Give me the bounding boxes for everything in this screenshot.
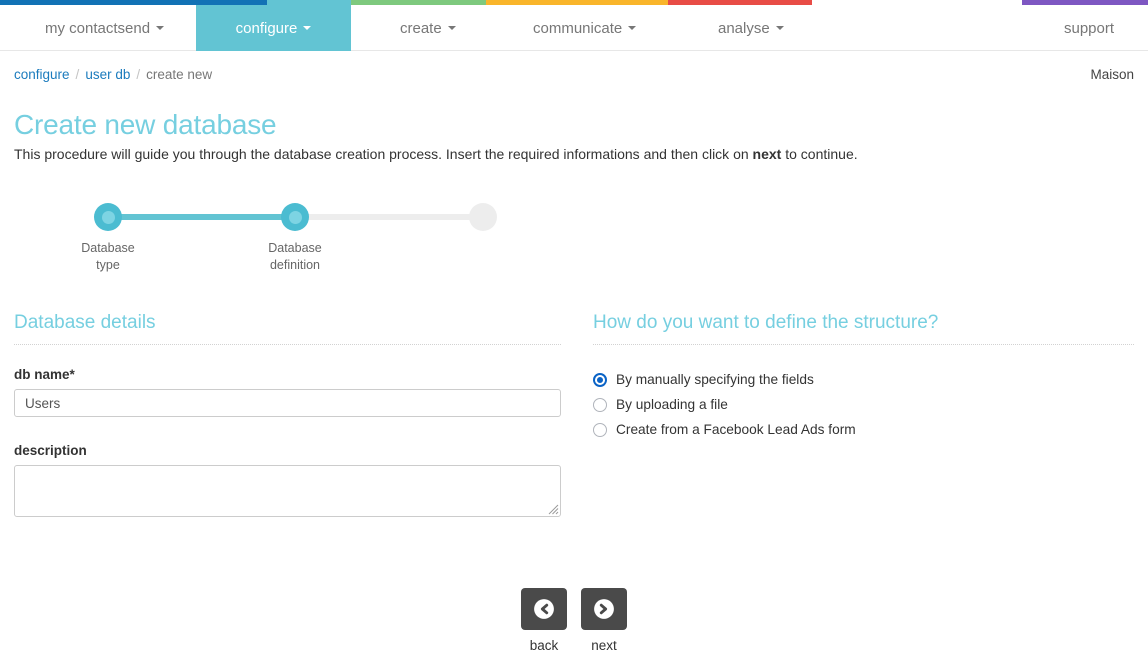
- structure-option-3[interactable]: Create from a Facebook Lead Ads form: [593, 417, 1134, 442]
- database-details-title: Database details: [14, 312, 156, 333]
- account-name: Maison: [1090, 67, 1134, 82]
- structure-option-label: By manually specifying the fields: [616, 372, 814, 387]
- structure-option-2[interactable]: By uploading a file: [593, 392, 1134, 417]
- stepper-track-segment: [295, 214, 483, 220]
- nav-item-label: create: [400, 19, 442, 37]
- nav-item-configure[interactable]: configure: [196, 5, 351, 51]
- nav-item-label: support: [1064, 19, 1115, 37]
- stepper-label-line1: Database: [268, 241, 322, 255]
- stepper-step-inner-dot: [477, 211, 490, 224]
- description-textarea[interactable]: [14, 465, 561, 517]
- main-navigation-bar: my contactsend configure create communicate…: [0, 5, 1148, 51]
- stepper-label-line1: Database: [81, 241, 135, 255]
- wizard-stepper: Database type Database definition: [0, 195, 600, 285]
- chevron-down-icon: [303, 26, 312, 30]
- breadcrumb-row: configure / user db / create new Maison: [0, 63, 1148, 89]
- breadcrumb-separator: /: [136, 67, 141, 82]
- structure-option-label: By uploading a file: [616, 397, 728, 412]
- database-details-divider: [14, 344, 561, 345]
- radio-button-icon[interactable]: [593, 397, 607, 412]
- nav-item-label: communicate: [533, 19, 623, 37]
- structure-radio-group: By manually specifying the fields By uplo…: [593, 367, 1134, 442]
- back-button[interactable]: [521, 588, 567, 630]
- page-description-part2: to continue.: [781, 146, 858, 162]
- description-textarea-wrapper: [14, 465, 561, 517]
- next-button-label: next: [591, 638, 617, 653]
- db-name-label: db name*: [14, 367, 75, 382]
- stepper-step-1-label: Database type: [53, 240, 163, 274]
- radio-button-icon[interactable]: [593, 372, 607, 387]
- chevron-down-icon: [156, 26, 165, 30]
- nav-item-label: analyse: [718, 19, 770, 37]
- next-button[interactable]: [581, 588, 627, 630]
- breadcrumb-item-configure[interactable]: configure: [14, 67, 70, 82]
- stepper-step-3[interactable]: [469, 203, 497, 231]
- nav-item-create[interactable]: create: [385, 5, 471, 51]
- chevron-right-circle-icon: [594, 599, 614, 619]
- breadcrumb-item-create-new: create new: [146, 67, 213, 82]
- chevron-down-icon: [775, 26, 784, 30]
- chevron-left-circle-icon: [534, 599, 554, 619]
- page-title: Create new database: [14, 109, 277, 140]
- structure-option-label: Create from a Facebook Lead Ads form: [616, 422, 856, 437]
- stepper-step-1[interactable]: [94, 203, 122, 231]
- back-button-wrapper: back: [521, 588, 567, 653]
- breadcrumb: configure / user db / create new: [14, 67, 212, 82]
- nav-item-label: my contactsend: [45, 19, 151, 37]
- radio-button-icon[interactable]: [593, 422, 607, 437]
- structure-option-1[interactable]: By manually specifying the fields: [593, 367, 1134, 392]
- chevron-down-icon: [628, 26, 637, 30]
- nav-item-my-contactsend[interactable]: my contactsend: [30, 5, 179, 51]
- database-details-column: Database details db name* description: [14, 312, 561, 517]
- breadcrumb-item-user-db[interactable]: user db: [85, 67, 130, 82]
- structure-choice-divider: [593, 344, 1134, 345]
- stepper-step-2-label: Database definition: [240, 240, 350, 274]
- nav-item-support[interactable]: support: [1049, 5, 1129, 51]
- nav-item-analyse[interactable]: analyse: [703, 5, 799, 51]
- chevron-down-icon: [447, 26, 456, 30]
- stepper-step-inner-dot: [101, 210, 115, 224]
- stepper-step-inner-dot: [288, 210, 302, 224]
- stepper-label-line2: type: [96, 258, 120, 272]
- nav-item-label: configure: [235, 19, 298, 37]
- back-button-label: back: [529, 638, 559, 653]
- page-description-part1: This procedure will guide you through th…: [14, 146, 753, 162]
- stepper-label-line2: definition: [269, 258, 321, 272]
- wizard-navigation-buttons: back next: [0, 588, 1148, 653]
- stepper-track-segment: [108, 214, 295, 220]
- page-description-emphasis: next: [752, 146, 782, 162]
- db-name-input[interactable]: [14, 389, 561, 417]
- stepper-step-2[interactable]: [281, 203, 309, 231]
- page-description: This procedure will guide you through th…: [14, 146, 858, 162]
- structure-choice-title: How do you want to define the structure?: [593, 312, 939, 333]
- next-button-wrapper: next: [581, 588, 627, 653]
- nav-item-communicate[interactable]: communicate: [518, 5, 651, 51]
- structure-choice-column: How do you want to define the structure?…: [593, 312, 1134, 442]
- description-label: description: [14, 443, 87, 458]
- breadcrumb-separator: /: [75, 67, 80, 82]
